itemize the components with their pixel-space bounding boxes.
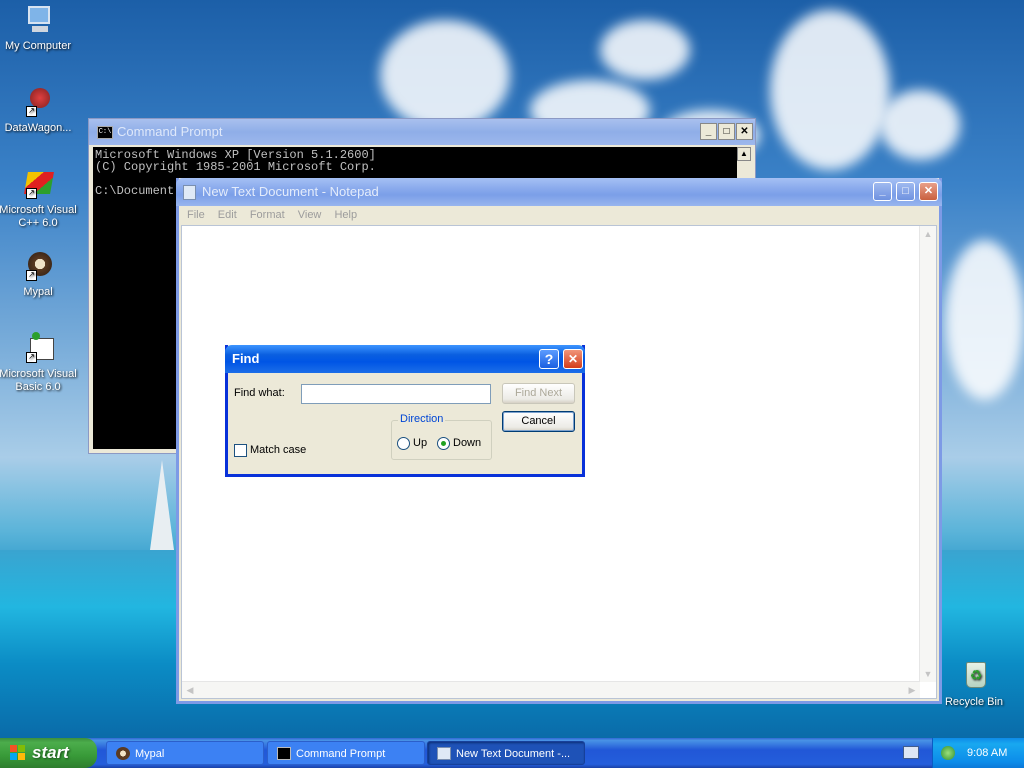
cloud: [770, 10, 890, 170]
find-next-button[interactable]: Find Next: [502, 383, 575, 404]
mypal-icon: [116, 747, 130, 760]
visual-basic-icon: ↗: [22, 332, 54, 364]
scroll-up-arrow-icon[interactable]: ▲: [920, 226, 936, 242]
scroll-left-arrow-icon[interactable]: ◀: [182, 682, 198, 698]
find-titlebar[interactable]: Find ? ✕: [225, 345, 585, 373]
desktop-icon-mypal[interactable]: ↗ Mypal: [0, 250, 78, 299]
desktop-icon-recycle-bin[interactable]: ♻ Recycle Bin: [934, 660, 1014, 709]
taskbar-item-label: Command Prompt: [296, 748, 386, 760]
minimize-button[interactable]: _: [873, 182, 892, 201]
start-label: start: [32, 743, 69, 762]
menu-file[interactable]: File: [187, 209, 205, 221]
recycle-bin-icon: ♻: [958, 660, 990, 692]
desktop-icon-label: Recycle Bin: [944, 696, 1004, 708]
command-prompt-icon: C:\: [97, 126, 113, 139]
menu-help[interactable]: Help: [334, 209, 357, 221]
maximize-button[interactable]: □: [718, 123, 735, 140]
direction-down-label[interactable]: Down: [453, 437, 481, 449]
cloud: [380, 20, 510, 130]
desktop: My Computer ↗ DataWagon... ↗ Microsoft V…: [0, 0, 1024, 738]
taskbar: start Mypal Command Prompt New Text Docu…: [0, 738, 1024, 768]
cloud: [600, 20, 690, 80]
find-dialog[interactable]: Find ? ✕ Find what: Find Next Cancel Dir…: [225, 345, 585, 477]
desktop-icon-visual-basic[interactable]: ↗ Microsoft Visual Basic 6.0: [0, 332, 78, 394]
help-button[interactable]: ?: [539, 349, 559, 369]
taskbar-item-label: New Text Document -...: [456, 748, 571, 760]
notepad-icon: [437, 747, 451, 760]
datawagon-icon: ↗: [22, 86, 54, 118]
direction-up-radio[interactable]: [397, 437, 410, 450]
find-what-input[interactable]: [301, 384, 491, 404]
vertical-scrollbar[interactable]: ▲ ▼: [919, 226, 936, 682]
keyboard-icon[interactable]: [903, 746, 919, 759]
close-button[interactable]: ✕: [736, 123, 753, 140]
direction-legend: Direction: [398, 413, 446, 425]
taskbar-item-command-prompt[interactable]: Command Prompt: [267, 741, 425, 765]
desktop-icon-label: My Computer: [4, 40, 72, 52]
taskbar-item-label: Mypal: [135, 748, 165, 760]
command-prompt-title: Command Prompt: [117, 124, 223, 139]
clock[interactable]: 9:08 AM: [967, 738, 1007, 768]
menu-edit[interactable]: Edit: [218, 209, 237, 221]
find-title: Find: [232, 351, 260, 366]
scroll-down-arrow-icon[interactable]: ▼: [920, 666, 936, 682]
visual-cpp-icon: ↗: [22, 168, 54, 200]
taskbar-item-mypal[interactable]: Mypal: [106, 741, 264, 765]
find-what-label: Find what:: [234, 387, 285, 399]
match-case-checkbox[interactable]: [234, 444, 247, 457]
maximize-button[interactable]: □: [896, 182, 915, 201]
menu-bar: File Edit Format View Help: [179, 206, 939, 224]
computer-icon: [22, 4, 54, 36]
desktop-icon-label: Mypal: [23, 286, 53, 298]
desktop-icon-datawagon[interactable]: ↗ DataWagon...: [0, 86, 78, 135]
command-prompt-titlebar[interactable]: C:\ Command Prompt _ □ ✕: [89, 119, 755, 145]
direction-up-label[interactable]: Up: [413, 437, 427, 449]
menu-view[interactable]: View: [298, 209, 322, 221]
desktop-icon-visual-cpp[interactable]: ↗ Microsoft Visual C++ 6.0: [0, 168, 78, 230]
notepad-icon: [183, 185, 196, 200]
menu-format[interactable]: Format: [250, 209, 285, 221]
desktop-icon-label: DataWagon...: [4, 122, 72, 134]
network-icon[interactable]: [941, 746, 955, 760]
console-line: (C) Copyright 1985-2001 Microsoft Corp.: [95, 160, 376, 174]
cloud: [945, 240, 1024, 400]
sailboat: [150, 460, 174, 550]
notepad-title: New Text Document - Notepad: [202, 184, 379, 199]
notepad-titlebar[interactable]: New Text Document - Notepad _ □ ✕: [176, 178, 942, 206]
close-button[interactable]: ✕: [563, 349, 583, 369]
match-case-label[interactable]: Match case: [250, 444, 306, 456]
cloud: [880, 90, 960, 160]
close-button[interactable]: ✕: [919, 182, 938, 201]
command-prompt-icon: [277, 747, 291, 760]
direction-group: Direction Up Down: [391, 413, 492, 460]
scroll-right-arrow-icon[interactable]: ▶: [904, 682, 920, 698]
windows-flag-icon: [10, 745, 26, 761]
desktop-icon-label: Microsoft Visual Basic 6.0: [0, 368, 77, 393]
minimize-button[interactable]: _: [700, 123, 717, 140]
desktop-icon-label: Microsoft Visual C++ 6.0: [0, 204, 77, 229]
mypal-icon: ↗: [22, 250, 54, 282]
horizontal-scrollbar[interactable]: ◀ ▶: [182, 681, 920, 698]
scroll-up-arrow-icon[interactable]: ▲: [737, 147, 751, 161]
system-tray: 9:08 AM: [932, 738, 1024, 768]
cancel-button[interactable]: Cancel: [502, 411, 575, 432]
taskbar-item-notepad[interactable]: New Text Document -...: [427, 741, 585, 765]
start-button[interactable]: start: [0, 738, 97, 768]
desktop-icon-my-computer[interactable]: My Computer: [0, 4, 78, 53]
direction-down-radio[interactable]: [437, 437, 450, 450]
